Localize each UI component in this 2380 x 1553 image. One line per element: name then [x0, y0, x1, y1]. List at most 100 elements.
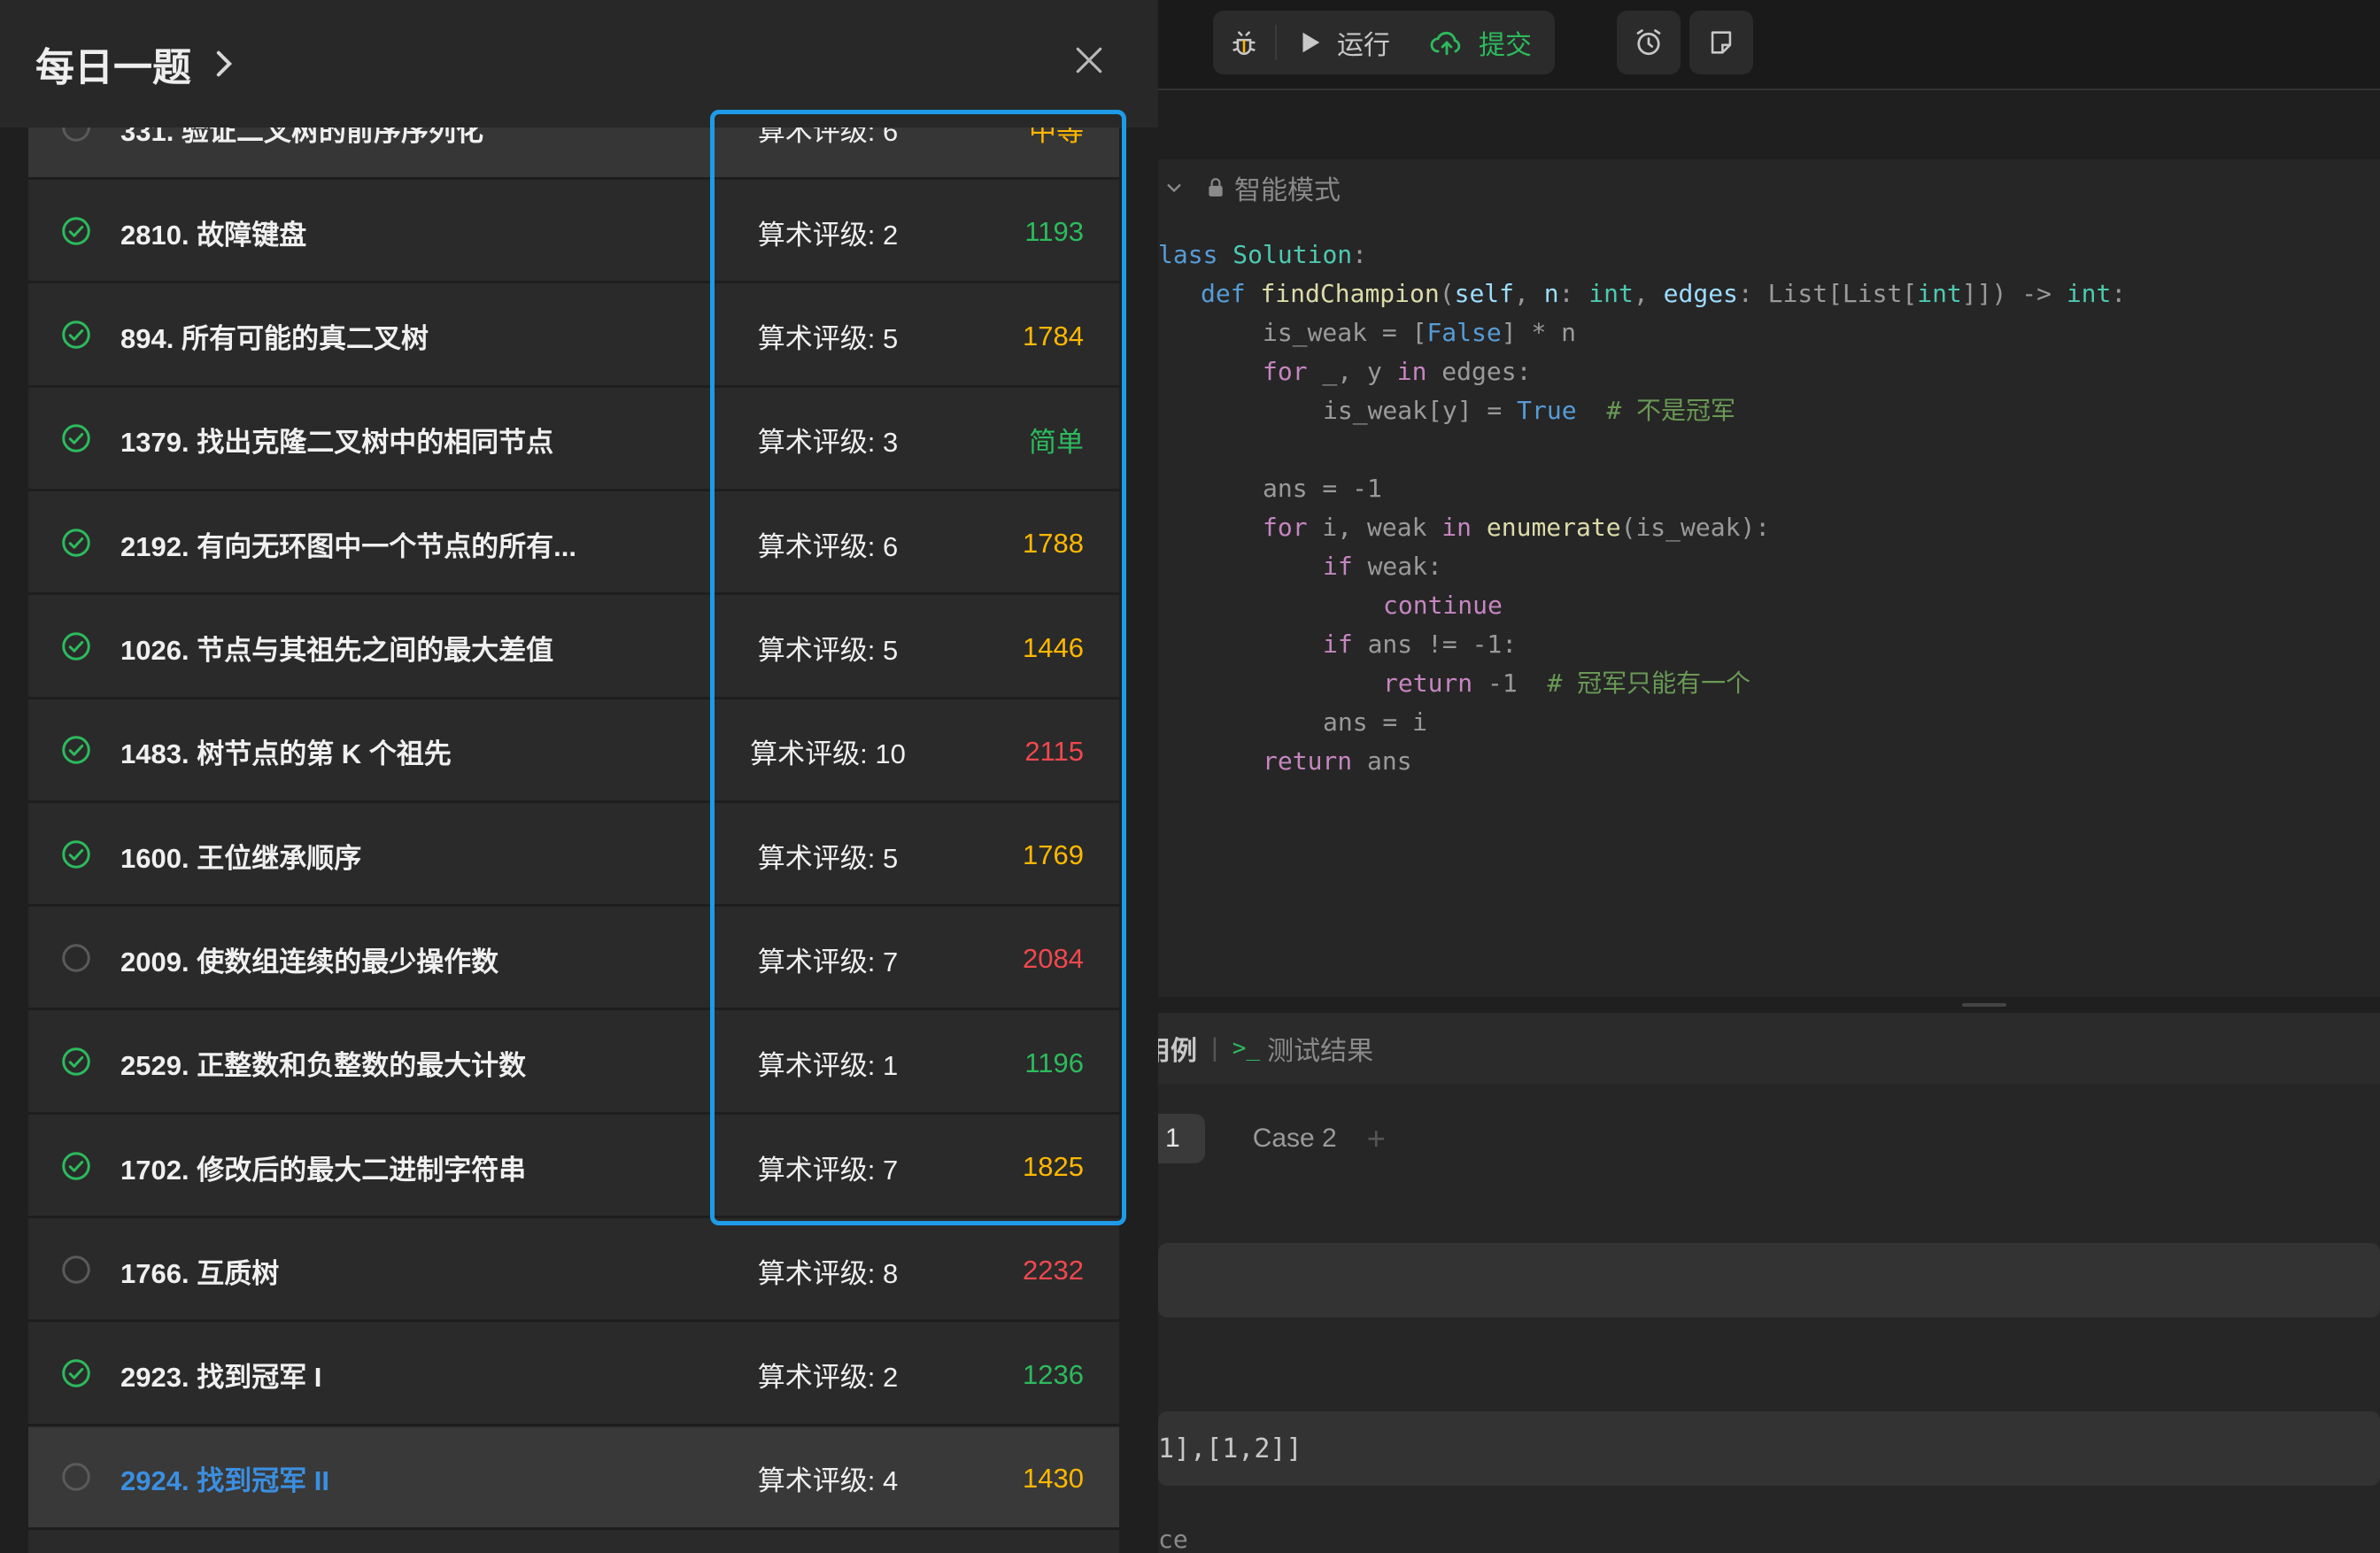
submit-button[interactable]: 提交 — [1410, 11, 1551, 74]
debug-button[interactable] — [1213, 11, 1275, 74]
problem-row[interactable]: 2924. 找到冠军 II 算术评级: 4 1430 — [28, 1426, 1119, 1530]
empty-circle-icon — [60, 1461, 92, 1493]
problem-difficulty-score: 1193 — [1024, 216, 1084, 248]
problem-title[interactable]: 1379. 找出克隆二叉树中的相同节点 — [120, 389, 553, 491]
code-editor-area: 运行 提交 智能模式 lass Solution: def findChampi… — [1158, 0, 2380, 1553]
problem-difficulty-score: 1430 — [1023, 1462, 1084, 1494]
panel-title[interactable]: 每日一题 — [35, 35, 234, 92]
problem-difficulty-score: 1446 — [1023, 631, 1084, 663]
problem-row[interactable]: 1600. 王位继承顺序 算术评级: 5 1769 — [28, 804, 1119, 908]
problem-rating: 算术评级: 7 — [757, 1154, 899, 1186]
problem-title[interactable]: 331. 验证二叉树的前序序列化 — [120, 127, 483, 180]
problem-difficulty-score: 1788 — [1023, 528, 1084, 560]
panel-splitter[interactable] — [1158, 997, 2380, 1013]
tab-divider: | — [1211, 1033, 1218, 1062]
code-line: ans = i — [1323, 707, 1428, 737]
close-button[interactable] — [1064, 35, 1114, 85]
problem-difficulty-score: 1769 — [1023, 839, 1084, 871]
check-circle-icon — [60, 422, 92, 454]
problem-title[interactable]: 1483. 树节点的第 K 个祖先 — [120, 700, 452, 803]
problem-row[interactable]: 2810. 故障键盘 算术评级: 2 1193 — [28, 181, 1119, 284]
code-line: is_weak = [False] * n — [1263, 318, 1577, 347]
run-submit-group: 运行 提交 — [1213, 11, 1555, 74]
add-case-button[interactable]: + — [1362, 1114, 1391, 1163]
problem-rating: 算术评级: 4 — [757, 1465, 899, 1497]
empty-circle-icon — [60, 942, 92, 974]
run-label: 运行 — [1337, 31, 1390, 60]
problem-title[interactable]: 2924. 找到冠军 II — [120, 1427, 329, 1530]
problem-rating: 算术评级: 3 — [757, 427, 899, 459]
tab-test-result[interactable]: 测试结果 — [1267, 1029, 1373, 1068]
panel-title-text: 每日一题 — [35, 46, 191, 89]
play-icon — [1302, 32, 1320, 53]
check-circle-icon — [60, 319, 92, 351]
problem-rating: 算术评级: 6 — [757, 127, 899, 147]
code-line: def findChampion(self, n: int, edges: Li… — [1201, 279, 2127, 308]
problem-rating: 算术评级: 2 — [757, 1362, 899, 1394]
check-circle-icon — [60, 215, 92, 247]
chevron-right-icon — [216, 50, 233, 77]
problem-title[interactable]: 2810. 故障键盘 — [120, 181, 306, 283]
problem-row[interactable]: 2009. 使数组连续的最少操作数 算术评级: 7 2084 — [28, 908, 1119, 1011]
problem-row[interactable]: 1379. 找出克隆二叉树中的相同节点 算术评级: 3 简单 — [28, 388, 1119, 491]
submit-label: 提交 — [1479, 31, 1532, 60]
case-2-tab[interactable]: Case 2 — [1228, 1114, 1362, 1163]
panel-header: 每日一题 — [0, 0, 1158, 127]
code-line: return ans — [1263, 746, 1412, 776]
testcase-tabs: 用例 | >_ 测试结果 — [1158, 1013, 2380, 1084]
problem-title[interactable]: 1702. 修改后的最大二进制字符串 — [120, 1116, 526, 1218]
alarm-clock-icon — [1636, 29, 1661, 56]
problem-row[interactable]: 1702. 修改后的最大二进制字符串 算术评级: 7 1825 — [28, 1116, 1119, 1218]
problem-row[interactable]: 1026. 节点与其祖先之间的最大差值 算术评级: 5 1446 — [28, 596, 1119, 699]
notes-button[interactable] — [1689, 11, 1753, 74]
splitter-handle[interactable] — [1962, 1003, 2006, 1007]
note-icon — [1711, 31, 1732, 54]
daily-problem-panel: 每日一题 331. 验证二叉树的前序序列化 算术评级: 6 中等 2810. 故障键盘… — [0, 0, 1158, 1553]
smart-mode-label: 智能模式 — [1234, 176, 1341, 205]
code-line: ans = -1 — [1263, 474, 1382, 503]
problem-title[interactable]: 894. 所有可能的真二叉树 — [120, 285, 429, 388]
problem-title[interactable]: 2923. 找到冠军 I — [120, 1324, 321, 1426]
run-button[interactable]: 运行 — [1277, 11, 1410, 74]
problem-title[interactable]: 1600. 王位继承顺序 — [120, 804, 361, 907]
problem-title[interactable]: 1026. 节点与其祖先之间的最大差值 — [120, 597, 553, 699]
problem-row[interactable]: 2192. 有向无环图中一个节点的所有... 算术评级: 6 1788 — [28, 492, 1119, 596]
problem-title[interactable]: 2009. 使数组连续的最少操作数 — [120, 908, 498, 1010]
problem-title[interactable]: 1766. 互质树 — [120, 1219, 279, 1322]
tab-testcase[interactable]: 用例 — [1158, 1029, 1197, 1068]
code-line: is_weak[y] = True # 不是冠军 — [1323, 396, 1736, 425]
problem-title[interactable]: 2192. 有向无环图中一个节点的所有... — [120, 492, 576, 595]
n-input-box[interactable] — [1158, 1243, 2380, 1317]
terminal-icon: >_ — [1232, 1035, 1261, 1062]
code-line: lass Solution: — [1158, 240, 1368, 269]
code-line: if ans != -1: — [1323, 630, 1518, 659]
problem-row[interactable]: 2529. 正整数和负整数的最大计数 算术评级: 1 1196 — [28, 1011, 1119, 1115]
problem-row[interactable]: 1483. 树节点的第 K 个祖先 算术评级: 10 2115 — [28, 699, 1119, 803]
problem-rating: 算术评级: 5 — [757, 842, 899, 874]
problem-difficulty-score: 简单 — [1029, 427, 1084, 459]
clipped-text: ce — [1158, 1525, 1188, 1553]
edges-input-box[interactable] — [1158, 1411, 2380, 1486]
case-1-tab[interactable]: 1 — [1158, 1114, 1205, 1163]
code-line: for i, weak in enumerate(is_weak): — [1263, 513, 1771, 542]
code-line: if weak: — [1323, 552, 1442, 581]
problem-rating: 算术评级: 6 — [757, 530, 899, 562]
lock-icon — [1209, 178, 1223, 197]
problem-title[interactable]: 2529. 正整数和负整数的最大计数 — [120, 1012, 526, 1115]
check-circle-icon — [60, 1150, 92, 1182]
language-bar: 智能模式 — [1158, 159, 2380, 216]
problem-row[interactable]: 2923. 找到冠军 I 算术评级: 2 1236 — [28, 1323, 1119, 1426]
problem-row[interactable]: 1766. 互质树 算术评级: 8 2232 — [28, 1219, 1119, 1323]
check-circle-icon — [60, 838, 92, 870]
chevron-down-icon[interactable] — [1162, 175, 1186, 200]
timer-button[interactable] — [1617, 11, 1681, 74]
problem-row[interactable]: 331. 验证二叉树的前序序列化 算术评级: 6 中等 — [28, 127, 1119, 180]
problem-list[interactable]: 331. 验证二叉树的前序序列化 算术评级: 6 中等 2810. 故障键盘 算术评级:… — [28, 127, 1119, 1553]
problem-row[interactable]: 894. 所有可能的真二叉树 算术评级: 5 1784 — [28, 284, 1119, 388]
problem-difficulty-score: 1196 — [1024, 1047, 1084, 1078]
check-circle-icon — [60, 630, 92, 662]
problem-rating: 算术评级: 5 — [757, 323, 899, 355]
problem-rating: 算术评级: 1 — [757, 1050, 899, 1082]
problem-difficulty-score: 1825 — [1023, 1151, 1084, 1182]
problem-rating: 算术评级: 2 — [757, 219, 899, 251]
